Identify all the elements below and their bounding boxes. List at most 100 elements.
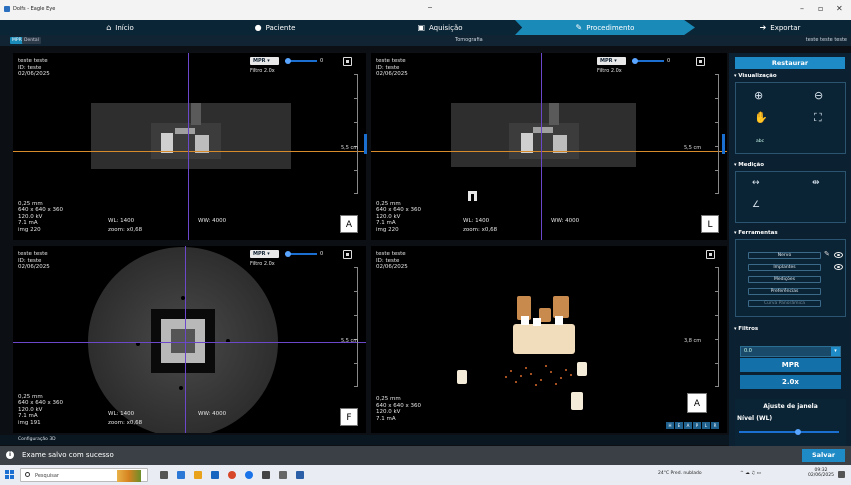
viewport-axial[interactable]: teste teste ID: teste 02/06/2025 MPR ▾ 0… [13,53,366,240]
chevron-down-icon[interactable]: ▾ [831,347,840,356]
crosshair-vertical[interactable] [541,53,542,240]
slab-slider[interactable] [285,58,317,64]
crosshair-horizontal[interactable] [371,151,727,152]
notifications-icon[interactable] [838,471,845,478]
tools-panel: Restaurar Visualização ⊕ ⊖ ✋ ⛶ abc Mediç… [729,53,851,447]
slider-knob[interactable] [795,429,801,435]
implants-button[interactable]: Implantes [748,264,821,271]
chrome-icon[interactable] [245,471,253,479]
resize-handle[interactable] [364,134,367,154]
filter-zoom-button[interactable]: 2.0x [740,375,841,389]
mpr-dropdown[interactable]: MPR ▾ [250,57,279,65]
view-button[interactable]: H [666,422,674,429]
nav-inicio[interactable]: ⌂ Início [60,20,180,35]
view-button[interactable]: E [675,422,683,429]
tray-icons[interactable]: ^ ☁ ♫ ▭ [740,471,761,476]
section-ferramentas[interactable]: Ferramentas [734,230,777,236]
taskbar-search[interactable]: Pesquisar [20,468,148,482]
viewport-lateral[interactable]: teste teste ID: teste 02/06/2025 MPR ▾ 0… [371,53,727,240]
filter-label: Filtro 2.0x [597,68,622,74]
pan-icon[interactable]: ✋ [754,111,768,124]
scale-ruler [354,74,358,194]
slab-slider[interactable] [285,251,317,257]
slider-value: 0 [320,58,324,64]
app-taskbar-icon[interactable] [296,471,304,479]
tab-dental[interactable]: Dental [22,37,41,44]
view-button[interactable]: P [693,422,701,429]
mail-icon[interactable] [177,471,185,479]
settings-icon[interactable] [279,471,287,479]
nav-paciente[interactable]: ● Paciente [215,20,335,35]
restore-button[interactable]: Restaurar [735,57,845,69]
scale-label: 5,5 cm [341,338,359,344]
windows-start-icon[interactable] [5,470,15,480]
minimize-button[interactable]: – [800,4,804,13]
panoramic-curve-button[interactable]: Curva Panorâmica [748,300,821,307]
viewport-frontal[interactable]: teste teste ID: teste 02/06/2025 MPR ▾ 0… [13,246,366,433]
exam-date: 02/06/2025 [376,71,408,77]
mpr-dropdown[interactable]: MPR ▾ [597,57,626,65]
nav-exportar[interactable]: ➔ Exportar [735,20,825,35]
view-button[interactable]: L [702,422,710,429]
acquisition-info: 0,25 mm 640 x 640 x 360 120.0 kV 7.1 mA [376,396,421,422]
acquisition-info: 0,25 mm 640 x 640 x 360 120.0 kV 7.1 mA … [18,394,63,427]
close-button[interactable]: ✕ [836,4,843,13]
mpr-label: MPR [253,251,266,257]
crosshair-vertical[interactable] [188,53,189,240]
orientation-cube[interactable]: A [687,393,707,413]
section-medicao[interactable]: Medição [734,162,764,168]
expand-icon[interactable] [706,250,715,259]
slab-slider[interactable] [632,58,664,64]
view-button[interactable]: A [684,422,692,429]
section-filtros[interactable]: Filtros [734,326,758,332]
expand-icon[interactable] [343,250,352,259]
view-button[interactable]: R [711,422,719,429]
distance-icon[interactable]: ↔ [752,178,760,188]
expand-icon[interactable] [696,57,705,66]
angle-icon[interactable]: ∠ [752,200,760,210]
filter-value: 0.0 [744,348,752,354]
save-button[interactable]: Salvar [802,449,845,462]
viewport-3d[interactable]: teste teste ID: teste 02/06/2025 3,8 cm … [371,246,727,433]
fit-screen-icon[interactable]: ⛶ [814,111,822,125]
slider-knob[interactable] [285,58,291,64]
section-visualizacao[interactable]: Visualização [734,73,776,79]
browser-icon[interactable] [228,471,236,479]
weather-widget[interactable]: 24°C Pred. nublado [658,471,702,476]
crosshair-horizontal[interactable] [13,342,366,343]
nerve-button[interactable]: Nervo [748,252,821,259]
title-separator [428,7,432,8]
crosshair-vertical[interactable] [185,246,186,433]
config-3d-bar[interactable]: Configuração 3D [0,435,729,445]
mpr-button[interactable]: MPR [740,358,841,372]
zoom-in-icon[interactable]: ⊕ [754,89,763,102]
slider-knob[interactable] [285,251,291,257]
zoom-out-icon[interactable]: ⊖ [814,89,823,102]
store-icon[interactable] [211,471,219,479]
crosshair-horizontal[interactable] [13,151,366,152]
window-level: WL: 1400 [108,217,135,224]
distance-multi-icon[interactable]: ⇹ [812,178,820,188]
nav-aquisicao[interactable]: ▣ Aquisição [375,20,505,35]
resize-handle[interactable] [722,134,725,154]
patient-name: teste teste [376,58,406,64]
preferences-button[interactable]: Preferências [748,288,821,295]
maximize-button[interactable]: ▫ [818,4,823,13]
slider-knob[interactable] [632,58,638,64]
measurements-button[interactable]: Medições [748,276,821,283]
photos-icon[interactable] [262,471,270,479]
expand-icon[interactable] [343,57,352,66]
implants-visibility-icon[interactable] [834,264,843,270]
level-slider[interactable] [739,429,839,435]
nav-procedimento[interactable]: ✎ Procedimento [515,20,695,35]
task-view-icon[interactable] [160,471,168,479]
nerve-pencil-icon[interactable]: ✎ [824,250,830,258]
filter-select[interactable]: 0.0 ▾ [740,346,841,357]
zoom-level: zoom: x0,68 [108,226,143,233]
nerve-visibility-icon[interactable] [834,252,843,258]
explorer-icon[interactable] [194,471,202,479]
lateral-image [451,103,636,201]
mpr-dropdown[interactable]: MPR ▾ [250,250,279,258]
clock[interactable]: 09:32 02/06/2025 [808,468,834,478]
window-title: Dolfs - Eagle Eye [13,6,56,12]
